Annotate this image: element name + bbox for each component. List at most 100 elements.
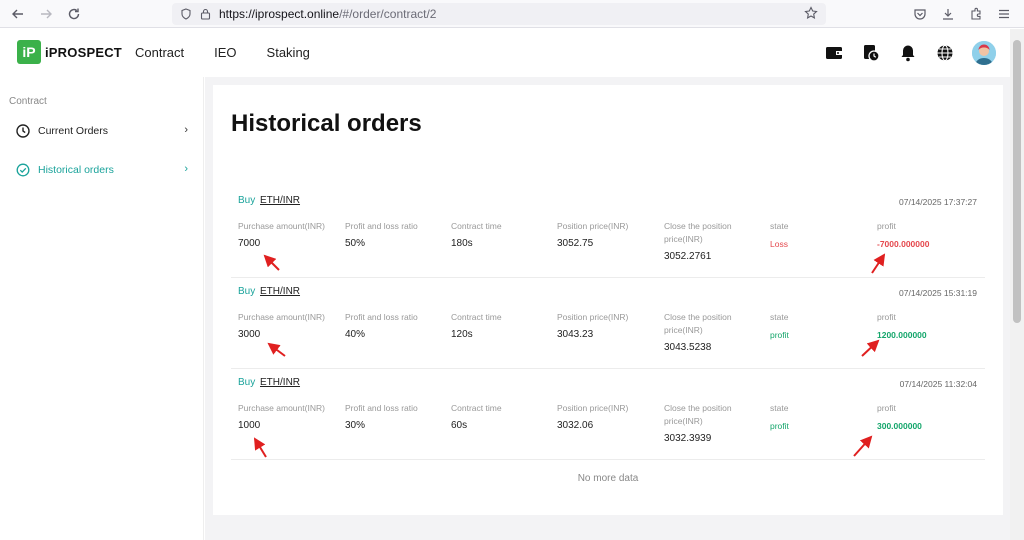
field-value: 3032.3939 [664, 433, 712, 444]
field-label: Profit and loss ratio [345, 221, 418, 231]
order-history-icon[interactable] [861, 43, 881, 63]
order-row: Buy ETH/INR 07/14/2025 15:31:19 Purchase a… [231, 278, 985, 369]
field-label: Profit and loss ratio [345, 312, 418, 322]
order-pair-link[interactable]: ETH/INR [260, 377, 300, 388]
field-label: Purchase amount(INR) [238, 312, 325, 322]
order-row: Buy ETH/INR 07/14/2025 17:37:27 Purchase a… [231, 187, 985, 278]
order-field-close: Close the position price(INR) 3032.3939 [664, 402, 764, 446]
pocket-icon[interactable] [906, 0, 934, 28]
field-label: state [770, 403, 789, 413]
field-label: Close the position price(INR) [664, 221, 732, 244]
nav-staking[interactable]: Staking [267, 45, 310, 60]
order-field-purchase: Purchase amount(INR) 7000 [238, 220, 338, 251]
field-value: 40% [345, 329, 366, 340]
bookmark-star-icon[interactable] [804, 6, 818, 23]
field-value: 3043.5238 [664, 342, 712, 353]
field-value: 180s [451, 238, 473, 249]
back-icon[interactable] [4, 0, 32, 28]
app-header: iP iPROSPECT Contract IEO Staking [0, 29, 1010, 77]
order-field-time: Contract time 180s [451, 220, 551, 251]
check-circle-icon [16, 163, 30, 177]
order-direction: Buy [238, 286, 256, 297]
address-bar[interactable]: https://iprospect.online/#/order/contrac… [172, 3, 826, 25]
reload-icon[interactable] [60, 0, 88, 28]
nav-contract[interactable]: Contract [135, 45, 184, 60]
sidebar-item-label: Current Orders [38, 125, 109, 137]
field-value: 120s [451, 329, 473, 340]
sidebar: Contract Current Orders › Historical ord… [0, 77, 204, 540]
top-nav: Contract IEO Staking [135, 45, 310, 60]
order-field-profit: profit 300.000000 [877, 402, 977, 433]
order-field-position: Position price(INR) 3043.23 [557, 311, 657, 342]
order-field-ratio: Profit and loss ratio 50% [345, 220, 445, 251]
extensions-icon[interactable] [962, 0, 990, 28]
field-value: 3043.23 [557, 329, 594, 340]
field-label: Position price(INR) [557, 221, 629, 231]
field-label: Close the position price(INR) [664, 312, 732, 335]
lock-icon [200, 8, 211, 20]
field-label: Position price(INR) [557, 312, 629, 322]
order-field-time: Contract time 60s [451, 402, 551, 433]
order-field-purchase: Purchase amount(INR) 3000 [238, 311, 338, 342]
order-field-position: Position price(INR) 3052.75 [557, 220, 657, 251]
field-label: state [770, 221, 789, 231]
field-value: 3052.75 [557, 238, 594, 249]
sidebar-item-current-orders[interactable]: Current Orders › [16, 121, 188, 141]
field-label: profit [877, 312, 896, 322]
field-value: 3052.2761 [664, 251, 712, 262]
chevron-right-icon: › [184, 124, 188, 136]
logo[interactable]: iP iPROSPECT [17, 40, 122, 64]
order-timestamp: 07/14/2025 15:31:19 [899, 288, 977, 298]
avatar[interactable] [972, 41, 996, 65]
download-icon[interactable] [934, 0, 962, 28]
globe-icon[interactable] [935, 43, 955, 63]
order-pair-link[interactable]: ETH/INR [260, 195, 300, 206]
menu-icon[interactable] [990, 0, 1018, 28]
field-value: profit [770, 330, 789, 340]
forward-icon[interactable] [32, 0, 60, 28]
order-pair-link[interactable]: ETH/INR [260, 286, 300, 297]
field-label: profit [877, 221, 896, 231]
field-value: -7000.000000 [877, 239, 930, 249]
bell-icon[interactable] [898, 43, 918, 63]
order-field-state: state Loss [770, 220, 870, 251]
logo-mark: iP [17, 40, 41, 64]
order-field-profit: profit -7000.000000 [877, 220, 977, 251]
field-label: Contract time [451, 221, 502, 231]
field-value: Loss [770, 239, 788, 249]
order-direction: Buy [238, 377, 256, 388]
field-value: 3032.06 [557, 420, 594, 431]
field-label: Contract time [451, 403, 502, 413]
sidebar-item-historical-orders[interactable]: Historical orders › [16, 160, 188, 180]
order-field-close: Close the position price(INR) 3043.5238 [664, 311, 764, 355]
field-value: 3000 [238, 329, 261, 340]
field-value: 60s [451, 420, 468, 431]
order-timestamp: 07/14/2025 17:37:27 [899, 197, 977, 207]
scrollbar-thumb[interactable] [1013, 40, 1021, 323]
field-label: Position price(INR) [557, 403, 629, 413]
wallet-icon[interactable] [824, 43, 844, 63]
order-row: Buy ETH/INR 07/14/2025 11:32:04 Purchase a… [231, 369, 985, 460]
order-field-position: Position price(INR) 3032.06 [557, 402, 657, 433]
order-field-state: state profit [770, 402, 870, 433]
order-direction: Buy [238, 195, 256, 206]
order-field-ratio: Profit and loss ratio 40% [345, 311, 445, 342]
order-field-time: Contract time 120s [451, 311, 551, 342]
shield-icon [180, 8, 192, 20]
order-field-ratio: Profit and loss ratio 30% [345, 402, 445, 433]
url-host: https://iprospect.online [219, 7, 340, 21]
chevron-right-icon: › [184, 163, 188, 175]
field-label: state [770, 312, 789, 322]
logo-text: iPROSPECT [45, 44, 122, 60]
no-more-data: No more data [577, 473, 639, 484]
field-label: Profit and loss ratio [345, 403, 418, 413]
order-field-state: state profit [770, 311, 870, 342]
field-label: Purchase amount(INR) [238, 221, 325, 231]
sidebar-item-label: Historical orders [38, 164, 114, 176]
field-label: Close the position price(INR) [664, 403, 732, 426]
browser-toolbar: https://iprospect.online/#/order/contrac… [0, 0, 1024, 28]
order-header: Buy ETH/INR [238, 286, 300, 297]
field-label: Contract time [451, 312, 502, 322]
order-header: Buy ETH/INR [238, 195, 300, 206]
nav-ieo[interactable]: IEO [214, 45, 236, 60]
